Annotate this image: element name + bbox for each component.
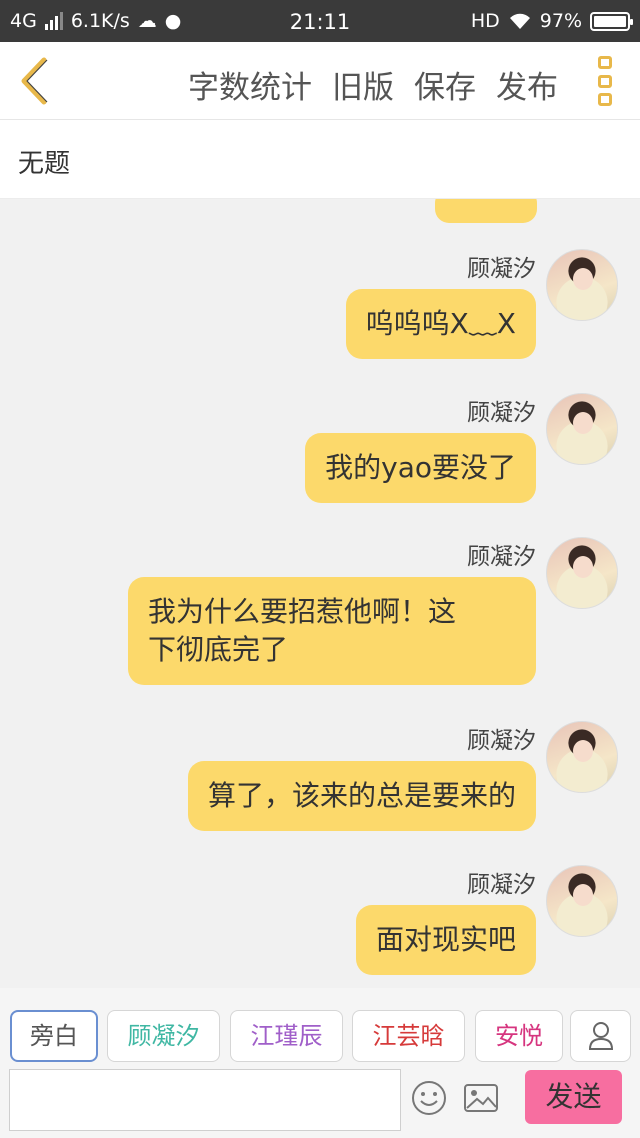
sender-name: 顾凝汐	[467, 872, 536, 898]
role-gu-ningxi[interactable]: 顾凝汐	[107, 1010, 220, 1062]
avatar[interactable]	[546, 721, 618, 793]
battery-percent: 97%	[539, 10, 582, 32]
message-bubble[interactable]: 呜呜呜X﹏X	[345, 289, 536, 359]
input-bar: 发送	[0, 1066, 640, 1138]
sender-name: 顾凝汐	[467, 544, 536, 570]
message-text: 呜呜呜X﹏X	[365, 307, 516, 340]
role-label: 江芸晗	[372, 1022, 445, 1050]
avatar[interactable]	[546, 249, 618, 321]
role-label: 江瑾辰	[250, 1022, 323, 1050]
avatar[interactable]	[546, 393, 618, 465]
sender-name: 顾凝汐	[467, 400, 536, 426]
message-bubble[interactable]: 算了，该来的总是要来的	[187, 761, 536, 831]
old-version-button[interactable]: 旧版	[332, 62, 394, 107]
more-icon[interactable]	[598, 56, 614, 106]
role-narrator[interactable]: 旁白	[10, 1010, 98, 1062]
story-title: 无题	[18, 149, 71, 179]
message-bubble[interactable]: 我为什么要招惹他啊！这 下彻底完了	[128, 577, 536, 685]
role-an-yue[interactable]: 安悦	[475, 1010, 563, 1062]
story-title-field[interactable]: 无题	[0, 121, 640, 199]
avatar[interactable]	[546, 537, 618, 609]
image-icon[interactable]	[462, 1079, 500, 1117]
message-text-line: 下彻底完了	[148, 633, 289, 666]
message-text: 我的yao要没了	[325, 451, 516, 484]
role-selector: 旁白 顾凝汐 江瑾辰 江芸晗 安悦	[0, 988, 640, 1066]
editor-toolbar: 字数统计 旧版 保存 发布	[0, 42, 640, 120]
role-jiang-yunhan[interactable]: 江芸晗	[352, 1010, 465, 1062]
partial-message-bubble	[435, 199, 537, 223]
emoji-icon[interactable]	[410, 1079, 448, 1117]
publish-button[interactable]: 发布	[496, 62, 558, 107]
message-bubble[interactable]: 我的yao要没了	[305, 433, 536, 503]
message-text-line: 我为什么要招惹他啊！这	[148, 595, 457, 628]
hd-indicator: HD	[470, 10, 500, 32]
status-bar: 4G 6.1K/s ☁ ● 21:11 HD 97%	[0, 0, 640, 42]
back-chevron-icon	[21, 57, 48, 105]
avatar[interactable]	[546, 865, 618, 937]
add-role-button[interactable]	[570, 1010, 631, 1062]
battery-icon	[590, 11, 633, 31]
role-jiang-jinchen[interactable]: 江瑾辰	[230, 1010, 343, 1062]
message-bubble[interactable]: 面对现实吧	[355, 905, 536, 975]
role-label: 顾凝汐	[127, 1022, 200, 1050]
message-input[interactable]	[9, 1069, 401, 1131]
message-text: 算了，该来的总是要来的	[207, 779, 516, 812]
role-label: 旁白	[30, 1022, 78, 1050]
chat-area[interactable]: 顾凝汐 呜呜呜X﹏X 顾凝汐 我的yao要没了 顾凝汐 我为什么要招惹他啊！这 …	[0, 199, 640, 988]
sender-name: 顾凝汐	[467, 256, 536, 282]
sender-name: 顾凝汐	[467, 728, 536, 754]
person-icon	[588, 1022, 613, 1050]
wifi-icon	[509, 13, 530, 29]
role-label: 安悦	[495, 1022, 543, 1050]
send-button[interactable]: 发送	[525, 1070, 622, 1124]
message-text: 面对现实吧	[375, 923, 516, 956]
back-button[interactable]	[14, 56, 54, 106]
word-count-button[interactable]: 字数统计	[188, 62, 312, 107]
save-button[interactable]: 保存	[414, 62, 476, 107]
